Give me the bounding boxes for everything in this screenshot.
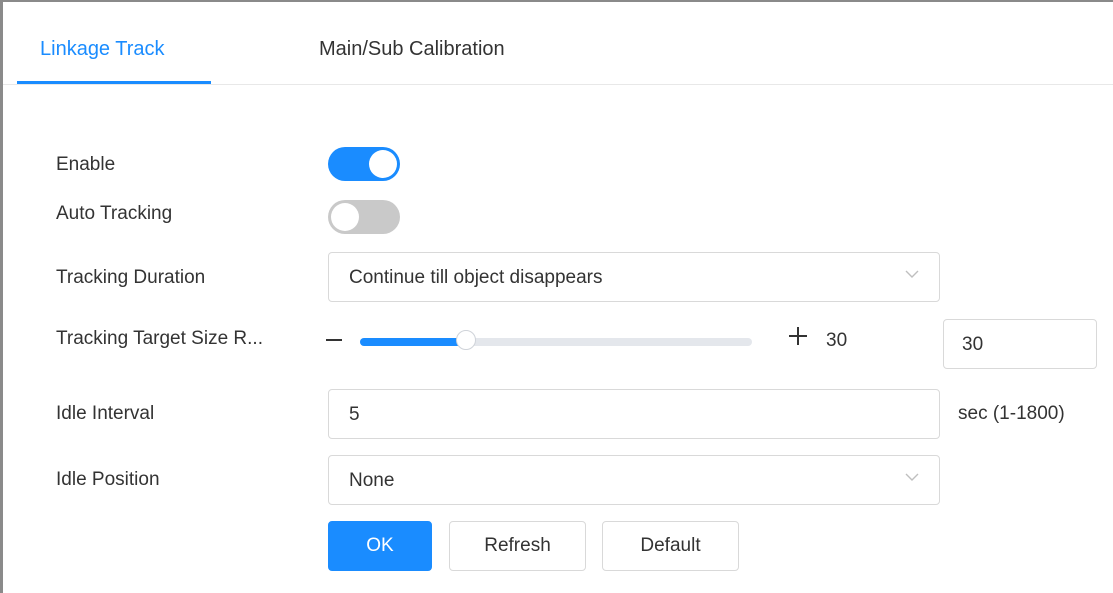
idle-interval-unit: sec (1-1800) bbox=[958, 403, 1065, 424]
tracking-duration-value: Continue till object disappears bbox=[349, 267, 603, 288]
enable-toggle[interactable] bbox=[328, 147, 400, 181]
slider-value-readout: 30 bbox=[826, 330, 848, 351]
target-size-input-value: 30 bbox=[962, 334, 984, 355]
idle-interval-label: Idle Interval bbox=[56, 403, 155, 424]
idle-interval-value: 5 bbox=[349, 404, 360, 425]
tab-linkage-track[interactable]: Linkage Track bbox=[40, 38, 165, 61]
tab-bar: Linkage Track Main/Sub Calibration bbox=[3, 2, 1113, 85]
tracking-target-size-label: Tracking Target Size R... bbox=[56, 328, 263, 349]
idle-position-value: None bbox=[349, 470, 395, 491]
target-size-input[interactable]: 30 bbox=[943, 319, 1097, 369]
ok-button[interactable]: OK bbox=[328, 521, 432, 571]
refresh-button[interactable]: Refresh bbox=[449, 521, 586, 571]
idle-interval-input[interactable]: 5 bbox=[328, 389, 940, 439]
auto-tracking-label: Auto Tracking bbox=[56, 203, 173, 224]
chevron-down-icon bbox=[905, 473, 919, 481]
slider-thumb[interactable] bbox=[456, 330, 476, 350]
auto-tracking-toggle[interactable] bbox=[328, 200, 400, 234]
tracking-duration-label: Tracking Duration bbox=[56, 267, 206, 288]
enable-label: Enable bbox=[56, 154, 116, 175]
active-tab-indicator bbox=[17, 81, 211, 84]
slider-fill bbox=[360, 338, 466, 346]
tab-main-sub-calibration[interactable]: Main/Sub Calibration bbox=[319, 38, 505, 61]
idle-position-select[interactable]: None bbox=[328, 455, 940, 505]
chevron-down-icon bbox=[905, 270, 919, 278]
plus-icon[interactable] bbox=[789, 327, 807, 345]
tracking-duration-select[interactable]: Continue till object disappears bbox=[328, 252, 940, 302]
idle-position-label: Idle Position bbox=[56, 469, 160, 490]
toggle-knob bbox=[369, 150, 397, 178]
default-button[interactable]: Default bbox=[602, 521, 739, 571]
minus-icon[interactable] bbox=[326, 339, 342, 341]
target-size-slider[interactable] bbox=[360, 338, 752, 346]
toggle-knob bbox=[331, 203, 359, 231]
